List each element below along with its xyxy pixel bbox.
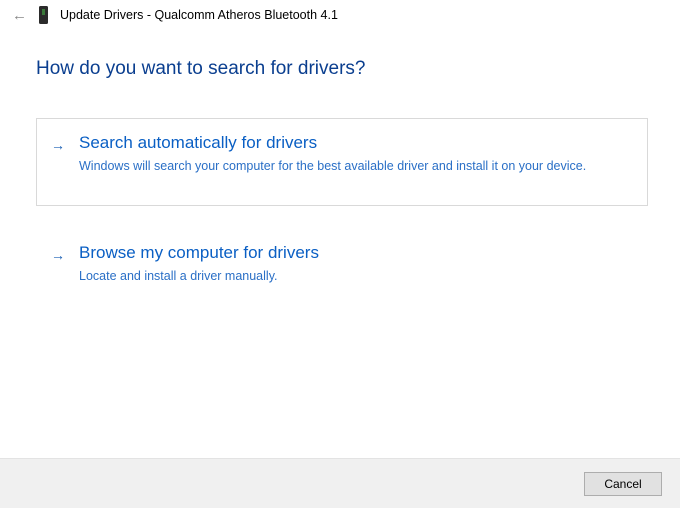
option-search-automatically[interactable]: → Search automatically for drivers Windo… [36,118,648,206]
titlebar: ← Update Drivers - Qualcomm Atheros Blue… [0,0,680,30]
option-title: Search automatically for drivers [79,133,629,153]
cancel-button[interactable]: Cancel [584,472,662,496]
option-browse-computer[interactable]: → Browse my computer for drivers Locate … [36,228,648,300]
dialog-content: How do you want to search for drivers? →… [0,30,680,300]
back-arrow-icon[interactable]: ← [12,8,27,23]
dialog-footer: Cancel [0,458,680,508]
option-title: Browse my computer for drivers [79,243,629,263]
option-description: Windows will search your computer for th… [79,157,629,175]
option-description: Locate and install a driver manually. [79,267,629,285]
arrow-right-icon: → [51,247,65,263]
arrow-right-icon: → [51,137,65,153]
page-heading: How do you want to search for drivers? [36,58,648,80]
window-title: Update Drivers - Qualcomm Atheros Blueto… [60,8,338,22]
update-drivers-dialog: ← Update Drivers - Qualcomm Atheros Blue… [0,0,680,508]
device-icon [37,6,50,24]
